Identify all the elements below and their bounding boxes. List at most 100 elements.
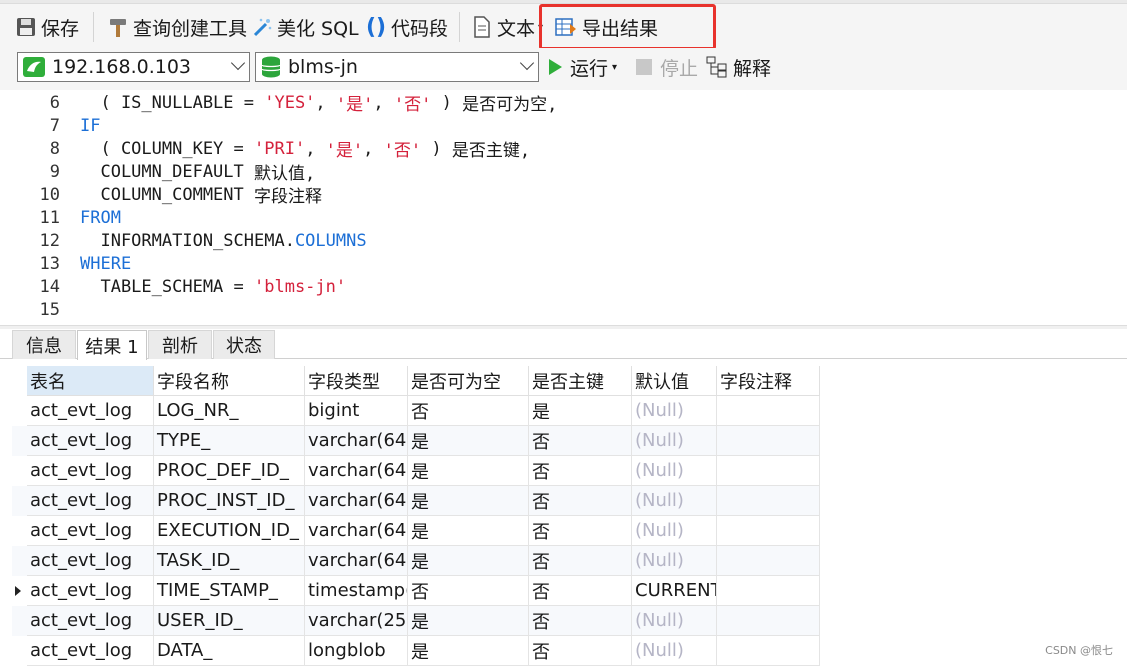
table-row[interactable]: act_evt_log LOG_NR_ bigint 否是 (Null) [12,396,820,426]
table-cell[interactable]: 是 [529,396,632,426]
table-cell[interactable] [717,546,820,576]
table-cell[interactable] [717,426,820,456]
table-cell[interactable] [717,456,820,486]
table-cell[interactable]: act_evt_log [27,486,154,516]
table-cell[interactable]: varchar(64) [305,516,408,546]
table-cell[interactable]: 是 [408,636,529,666]
table-cell[interactable] [717,516,820,546]
tab-status[interactable]: 状态 [213,330,275,359]
table-cell[interactable]: 否 [408,576,529,606]
table-cell[interactable]: 否 [408,396,529,426]
table-row[interactable]: act_evt_log PROC_INST_ID_ varchar(64) 是否 (Nu… [12,486,820,516]
dropdown-caret-icon[interactable]: ▾ [612,62,617,73]
table-cell[interactable]: DATA_ [154,636,305,666]
table-cell[interactable]: (Null) [632,516,717,546]
table-cell[interactable]: 是 [408,426,529,456]
table-cell[interactable]: EXECUTION_ID_ [154,516,305,546]
table-cell[interactable]: PROC_DEF_ID_ [154,456,305,486]
column-header[interactable]: 字段名称 [154,366,305,396]
tab-profile[interactable]: 剖析 [148,330,212,359]
table-cell[interactable]: LOG_NR_ [154,396,305,426]
table-cell[interactable]: 否 [529,486,632,516]
connection-select[interactable]: 192.168.0.103 [17,52,250,82]
table-row[interactable]: act_evt_log TYPE_ varchar(64) 是否 (Null) [12,426,820,456]
table-row[interactable]: act_evt_log DATA_ longblob 是否 (Null) [12,636,820,666]
text-button[interactable]: 文本 ▾ [470,12,543,42]
column-header[interactable]: 表名 [27,366,154,396]
table-cell[interactable]: TIME_STAMP_ [154,576,305,606]
table-cell[interactable]: (Null) [632,456,717,486]
table-cell[interactable]: TASK_ID_ [154,546,305,576]
table-cell[interactable]: (Null) [632,426,717,456]
table-cell[interactable]: act_evt_log [27,576,154,606]
table-cell[interactable]: 否 [529,636,632,666]
table-cell[interactable]: bigint [305,396,408,426]
table-cell[interactable] [717,606,820,636]
table-cell[interactable] [717,636,820,666]
column-header[interactable]: 字段注释 [717,366,820,396]
beautify-sql-button[interactable]: 美化 SQL [250,12,359,42]
table-cell[interactable]: 是 [408,486,529,516]
table-cell[interactable]: varchar(64) [305,426,408,456]
table-cell[interactable]: TYPE_ [154,426,305,456]
table-cell[interactable]: act_evt_log [27,606,154,636]
save-button[interactable]: 保存 [14,12,79,42]
code-text: , [315,92,336,113]
table-cell[interactable]: (Null) [632,546,717,576]
column-header[interactable]: 默认值 [632,366,717,396]
column-header[interactable]: 是否可为空 [408,366,529,396]
table-cell[interactable]: varchar(64) [305,546,408,576]
table-cell[interactable]: 否 [529,426,632,456]
sql-editor[interactable]: 6 ( IS_NULLABLE = 'YES', '是', '否' ) 是否可为… [10,91,1127,325]
table-cell[interactable]: longblob [305,636,408,666]
table-cell[interactable]: 否 [529,516,632,546]
column-header[interactable]: 是否主键 [529,366,632,396]
explain-button[interactable]: 解释 [706,52,771,82]
column-header[interactable]: 字段类型 [305,366,408,396]
tab-info[interactable]: 信息 [12,330,76,359]
table-cell[interactable]: (Null) [632,396,717,426]
chevron-down-icon [230,55,246,71]
table-row[interactable]: act_evt_log TIME_STAMP_ timestamp(否否 CURREN… [12,576,820,606]
table-cell[interactable]: varchar(64) [305,486,408,516]
code-snippet-button[interactable]: () 代码段 [364,12,448,42]
run-button[interactable]: 运行 ▾ [549,52,617,82]
table-cell[interactable] [717,396,820,426]
table-cell[interactable]: act_evt_log [27,396,154,426]
table-cell[interactable]: (Null) [632,606,717,636]
tab-result-1[interactable]: 结果 1 [77,330,147,360]
table-cell[interactable]: (Null) [632,636,717,666]
table-cell[interactable]: 是 [408,546,529,576]
table-cell[interactable] [717,486,820,516]
table-cell[interactable]: varchar(255 [305,606,408,636]
table-cell[interactable]: act_evt_log [27,546,154,576]
table-row[interactable]: act_evt_log USER_ID_ varchar(255 是否 (Null) [12,606,820,636]
database-select[interactable]: blms-jn [255,52,539,82]
table-cell[interactable] [717,576,820,606]
table-row[interactable]: act_evt_log EXECUTION_ID_ varchar(64) 是否 (Nu… [12,516,820,546]
table-cell[interactable]: timestamp( [305,576,408,606]
connection-value: 192.168.0.103 [52,56,192,78]
table-cell[interactable]: 是 [408,516,529,546]
table-cell[interactable]: 否 [529,546,632,576]
table-cell[interactable]: 是 [408,456,529,486]
table-cell[interactable]: act_evt_log [27,636,154,666]
code-line: 7 IF [10,114,101,137]
table-cell[interactable]: 否 [529,606,632,636]
table-cell[interactable]: act_evt_log [27,516,154,546]
table-cell[interactable]: 否 [529,456,632,486]
table-cell[interactable]: PROC_INST_ID_ [154,486,305,516]
table-cell[interactable]: 否 [529,576,632,606]
table-cell[interactable]: varchar(64) [305,456,408,486]
table-cell[interactable]: CURRENT [632,576,717,606]
code-line: 13 WHERE [10,252,132,275]
table-cell[interactable]: 是 [408,606,529,636]
query-builder-button[interactable]: 查询创建工具 [106,12,247,42]
table-cell[interactable]: act_evt_log [27,426,154,456]
table-cell[interactable]: act_evt_log [27,456,154,486]
table-row[interactable]: act_evt_log PROC_DEF_ID_ varchar(64) 是否 (Nul… [12,456,820,486]
table-cell[interactable]: (Null) [632,486,717,516]
table-row[interactable]: act_evt_log TASK_ID_ varchar(64) 是否 (Null) [12,546,820,576]
stop-button[interactable]: 停止 [636,52,698,82]
table-cell[interactable]: USER_ID_ [154,606,305,636]
